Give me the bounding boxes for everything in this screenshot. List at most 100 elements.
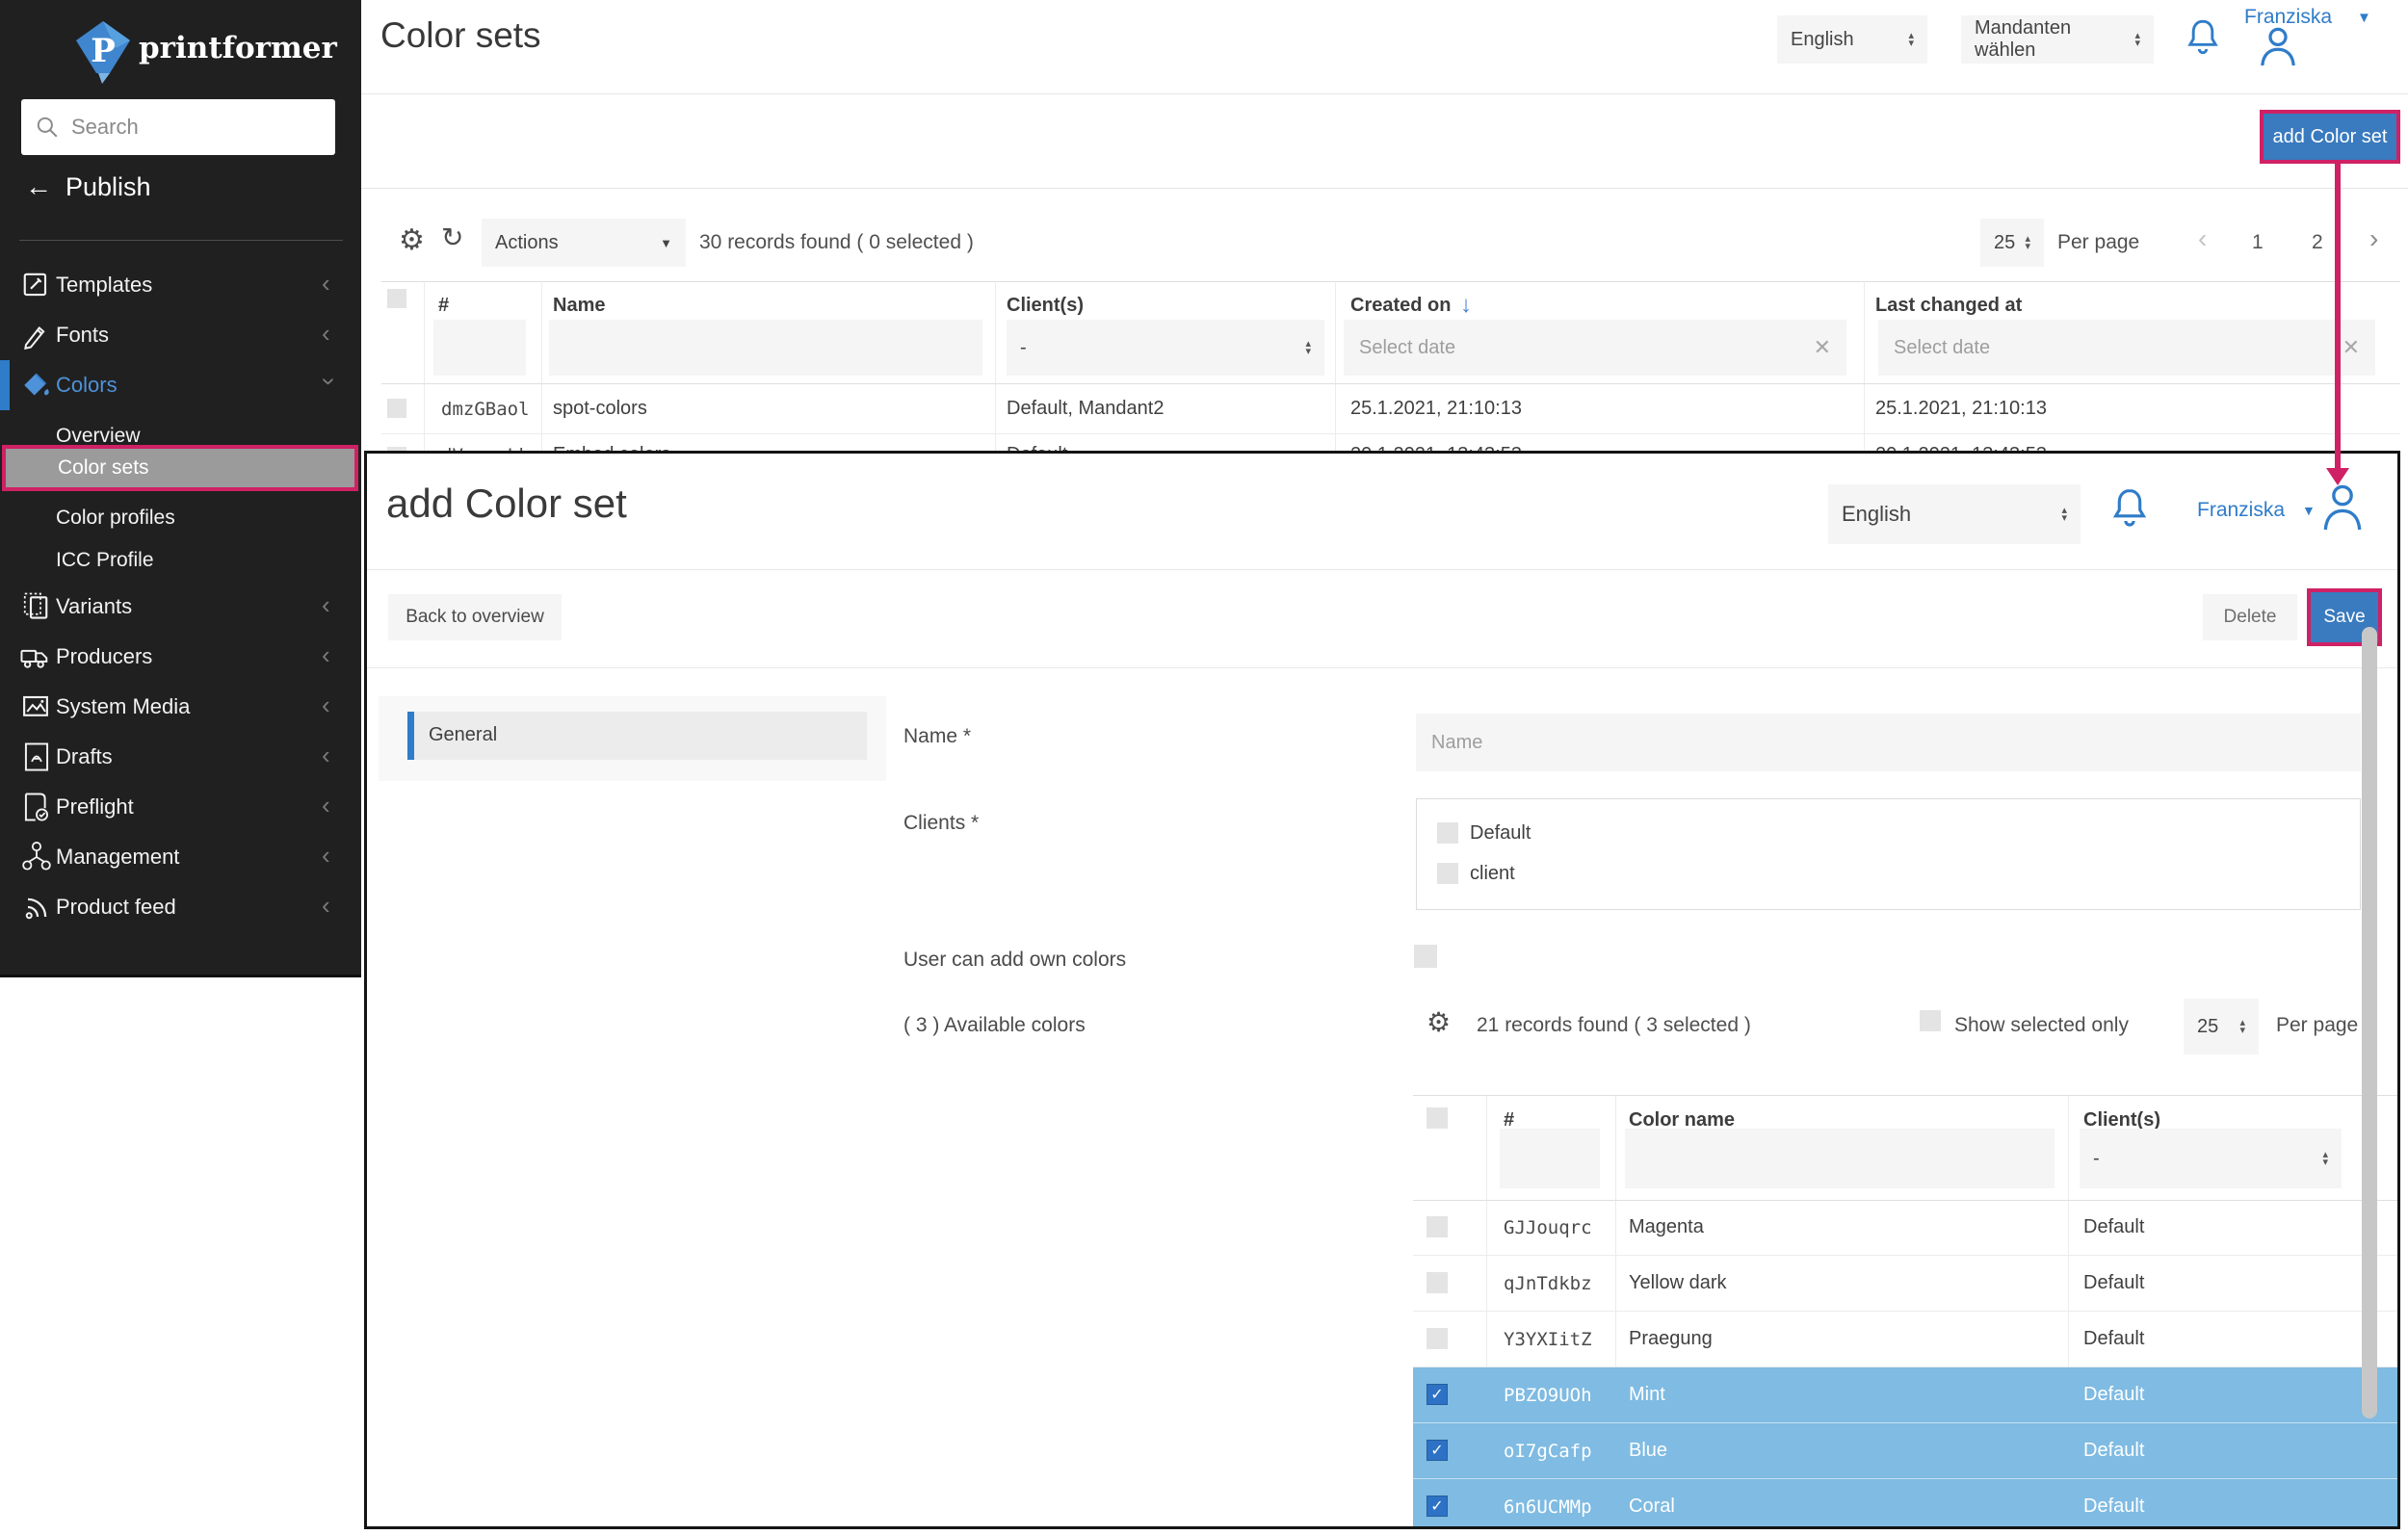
next-page-button[interactable]: › xyxy=(2369,223,2378,254)
colors-settings-gear-icon[interactable]: ⚙ xyxy=(1426,1006,1451,1038)
back-to-overview-button[interactable]: Back to overview xyxy=(388,594,562,640)
sidebar-item-variants[interactable]: Variants ‹ xyxy=(0,582,361,632)
color-row-checkbox-checked[interactable]: ✓ xyxy=(1426,1496,1448,1517)
filter-created-date[interactable]: Select date ✕ xyxy=(1344,320,1846,376)
colors-select-all-checkbox[interactable] xyxy=(1426,1107,1448,1129)
add-color-set-button[interactable]: add Color set xyxy=(2264,114,2396,160)
search-box[interactable]: Search xyxy=(21,99,335,155)
page-2-button[interactable]: 2 xyxy=(2312,231,2323,254)
color-id: 6n6UCMMp xyxy=(1504,1496,1592,1518)
select-arrows-icon: ▴▾ xyxy=(2025,235,2030,250)
per-page-select[interactable]: 25 ▴▾ xyxy=(1980,219,2044,267)
col-header-changed[interactable]: Last changed at xyxy=(1875,295,2022,317)
select-all-checkbox[interactable] xyxy=(387,289,406,308)
col-header-clients[interactable]: Client(s) xyxy=(1007,295,1084,317)
colors-per-page-select[interactable]: 25 ▴▾ xyxy=(2184,999,2259,1054)
sort-desc-icon[interactable]: ↓ xyxy=(1460,292,1472,319)
variants-label: Variants xyxy=(56,594,132,619)
colors-filter-id-input[interactable] xyxy=(1500,1129,1600,1188)
filter-changed-date[interactable]: Select date ✕ xyxy=(1878,320,2375,376)
sidebar-item-templates[interactable]: Templates ‹ xyxy=(0,260,361,310)
actions-select[interactable]: Actions ▼ xyxy=(482,219,686,267)
row-checkbox[interactable] xyxy=(387,399,406,418)
clear-icon[interactable]: ✕ xyxy=(2343,335,2360,360)
overlay-language-select[interactable]: English ▴▾ xyxy=(1828,484,2081,544)
colors-filter-name-input[interactable] xyxy=(1625,1129,2055,1188)
filter-name-input[interactable] xyxy=(549,320,982,376)
color-row-checkbox[interactable] xyxy=(1426,1272,1448,1293)
client-default-checkbox[interactable] xyxy=(1437,822,1458,844)
caret-down-icon: ▼ xyxy=(660,236,672,250)
colors-filter-clients-value: - xyxy=(2093,1148,2100,1170)
overlay-bell-icon[interactable] xyxy=(2107,486,2152,533)
refresh-icon[interactable]: ↻ xyxy=(441,221,463,253)
page-1-button[interactable]: 1 xyxy=(2252,231,2264,254)
color-name: Magenta xyxy=(1629,1216,1704,1238)
own-colors-checkbox[interactable] xyxy=(1414,945,1437,968)
own-colors-label: User can add own colors xyxy=(903,949,1126,972)
sidebar-item-fonts[interactable]: Fonts ‹ xyxy=(0,310,361,360)
color-row[interactable]: GJJouqrc Magenta Default xyxy=(1413,1200,2400,1256)
row-name: spot-colors xyxy=(553,398,647,420)
settings-gear-icon[interactable]: ⚙ xyxy=(399,223,425,257)
name-placeholder: Name xyxy=(1431,732,1482,754)
add-color-set-label: add Color set xyxy=(2273,126,2388,148)
color-row-selected[interactable]: ✓ PBZO9UOh Mint Default xyxy=(1413,1367,2400,1423)
overlay-user-avatar-icon[interactable] xyxy=(2318,481,2367,531)
prev-page-button[interactable]: ‹ xyxy=(2198,223,2207,254)
header-divider xyxy=(361,93,2408,94)
color-name: Coral xyxy=(1629,1496,1675,1518)
col-header-created[interactable]: Created on xyxy=(1350,295,1451,317)
table-row[interactable]: dmzGBaol spot-colors Default, Mandant2 2… xyxy=(381,383,2400,433)
clients-box: Default client xyxy=(1416,798,2361,910)
created-date-placeholder: Select date xyxy=(1359,337,1455,359)
sidebar-item-management[interactable]: Management ‹ xyxy=(0,832,361,882)
sidebar-item-system-media[interactable]: System Media ‹ xyxy=(0,682,361,732)
search-placeholder: Search xyxy=(71,115,139,140)
color-clients: Default xyxy=(2083,1384,2144,1406)
product-feed-label: Product feed xyxy=(56,895,176,920)
colors-table: # Color name Client(s) - ▴▾ GJJouqrc Mag… xyxy=(1413,1095,2400,1527)
producers-label: Producers xyxy=(56,644,152,669)
user-avatar-icon[interactable] xyxy=(2256,25,2300,65)
client-client-checkbox[interactable] xyxy=(1437,863,1458,884)
sidebar-subitem-color-profiles[interactable]: Color profiles xyxy=(0,499,361,541)
sidebar-item-product-feed[interactable]: Product feed ‹ xyxy=(0,882,361,932)
language-select[interactable]: English ▴▾ xyxy=(1777,15,1927,64)
col-header-id[interactable]: # xyxy=(438,295,449,317)
clear-icon[interactable]: ✕ xyxy=(1814,335,1831,360)
client-select[interactable]: Mandanten wählen ▴▾ xyxy=(1961,15,2154,64)
sidebar-item-producers[interactable]: Producers ‹ xyxy=(0,632,361,682)
sidebar-subitem-color-sets[interactable]: Color sets xyxy=(2,445,358,491)
overlay-scrollbar[interactable] xyxy=(2362,627,2377,1418)
overlay-user-menu[interactable]: Franziska ▼ xyxy=(2197,499,2316,522)
name-input[interactable]: Name xyxy=(1416,714,2361,771)
color-row[interactable]: qJnTdkbz Yellow dark Default xyxy=(1413,1256,2400,1312)
colors-filter-clients-select[interactable]: - ▴▾ xyxy=(2080,1129,2342,1188)
sidebar-subitem-icc-profile[interactable]: ICC Profile xyxy=(0,541,361,584)
col-header-name[interactable]: Name xyxy=(553,295,605,317)
sidebar-item-colors[interactable]: Colors ‹ xyxy=(0,360,361,410)
filter-clients-select[interactable]: - ▴▾ xyxy=(1007,320,1324,376)
chevron-left-icon: ‹ xyxy=(322,846,330,865)
producers-icon xyxy=(19,642,50,671)
color-row-checkbox[interactable] xyxy=(1426,1216,1448,1237)
back-to-publish[interactable]: ← Publish xyxy=(25,171,151,202)
color-row-selected[interactable]: ✓ oI7gCafp Blue Default xyxy=(1413,1423,2400,1479)
color-row-checkbox-checked[interactable]: ✓ xyxy=(1426,1384,1448,1405)
color-row-selected[interactable]: ✓ 6n6UCMMp Coral Default xyxy=(1413,1479,2400,1529)
color-id: oI7gCafp xyxy=(1504,1441,1592,1462)
chevron-left-icon: ‹ xyxy=(322,896,330,915)
color-row[interactable]: Y3YXIitZ Praegung Default xyxy=(1413,1312,2400,1367)
filter-id-input[interactable] xyxy=(433,320,526,376)
row-clients: Default, Mandant2 xyxy=(1007,398,1164,420)
tab-general[interactable]: General xyxy=(407,712,867,760)
sidebar-item-drafts[interactable]: Drafts ‹ xyxy=(0,732,361,782)
delete-button[interactable]: Delete xyxy=(2203,594,2297,640)
bell-icon[interactable] xyxy=(2183,17,2223,60)
table-row-partial[interactable]: dVqnzvLk Embed colors Default 20.1.2021,… xyxy=(381,433,2400,452)
show-selected-checkbox[interactable] xyxy=(1920,1010,1941,1031)
color-row-checkbox-checked[interactable]: ✓ xyxy=(1426,1440,1448,1461)
color-row-checkbox[interactable] xyxy=(1426,1328,1448,1349)
sidebar-item-preflight[interactable]: Preflight ‹ xyxy=(0,782,361,832)
